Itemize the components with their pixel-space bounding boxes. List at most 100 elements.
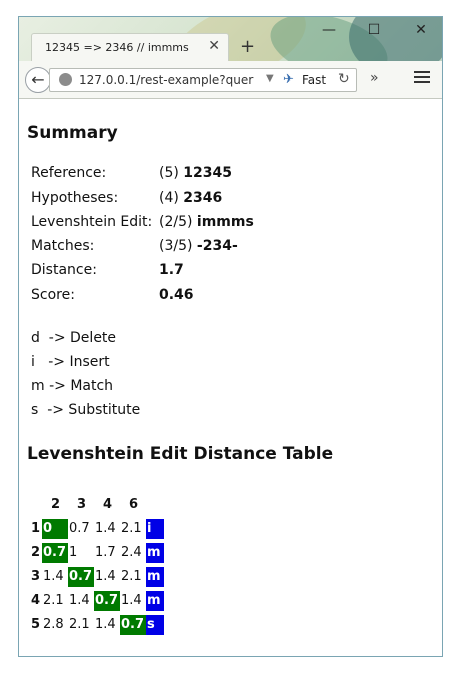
table-cell: 1.7	[95, 545, 116, 560]
url-dropdown-icon[interactable]: ▼	[266, 73, 274, 84]
table-cell: 1.4	[95, 617, 116, 632]
summary-value: 1.7	[159, 262, 184, 278]
summary-bold-value: 12345	[183, 165, 232, 181]
browser-chrome: — ☐ ✕ 12345 => 2346 // immms ✕ + ← 127.0…	[19, 17, 442, 99]
table-row: 2 0.7 1 1.7 2.4 m	[31, 541, 164, 565]
legend-text: -> Insert	[48, 354, 110, 370]
summary-bold-value: 0.46	[159, 287, 194, 303]
summary-prefix: (4)	[159, 190, 184, 206]
column-header: 2	[50, 497, 61, 512]
legend-text: -> Match	[49, 378, 114, 394]
table-cell: 0.7	[69, 521, 90, 536]
table-cell: 2.4	[121, 545, 142, 560]
table-heading: Levenshtein Edit Distance Table	[27, 444, 334, 464]
table-cell: 1.4	[95, 569, 116, 584]
new-tab-button[interactable]: +	[240, 36, 255, 57]
table-cell: 2.1	[121, 521, 142, 536]
table-row: 1 0 0.7 1.4 2.1 i	[31, 517, 164, 541]
legend-key: m	[31, 378, 45, 394]
table-cell-match: 0.7	[94, 591, 120, 611]
legend-item-insert: i -> Insert	[31, 354, 110, 370]
summary-heading: Summary	[27, 123, 118, 143]
op-header-cell	[146, 495, 163, 515]
corner-cell	[31, 495, 42, 515]
summary-label: Distance:	[31, 262, 97, 278]
page-content: Summary Reference: (5) 12345 Hypotheses:…	[19, 99, 442, 656]
column-header: 6	[128, 497, 139, 512]
browser-window: — ☐ ✕ 12345 => 2346 // immms ✕ + ← 127.0…	[18, 16, 443, 657]
table-cell-match: 0	[42, 519, 68, 539]
table-cell-match: 0.7	[120, 615, 146, 635]
row-header: 5	[31, 617, 41, 632]
table-cell: 1.4	[69, 593, 90, 608]
column-header: 3	[76, 497, 87, 512]
table-op-cell: i	[146, 519, 164, 539]
table-row: 4 2.1 1.4 0.7 1.4 m	[31, 589, 164, 613]
table-op-cell: m	[146, 591, 164, 611]
summary-prefix: (5)	[159, 165, 184, 181]
table-cell-match: 0.7	[42, 543, 68, 563]
summary-bold-value: 1.7	[159, 262, 184, 278]
summary-prefix: (2/5)	[159, 214, 197, 230]
summary-value: (5) 12345	[159, 165, 232, 181]
legend-item-substitute: s -> Substitute	[31, 402, 140, 418]
globe-icon	[59, 73, 72, 86]
levenshtein-table: 2 3 4 6 1 0 0.7 1.4 2.1 i 2 0.7 1 1.7 2.4 m 3 1.4 0.7 1…	[31, 493, 164, 637]
reload-icon[interactable]: ↻	[338, 71, 350, 87]
table-cell: 2.1	[43, 593, 64, 608]
tab-close-icon[interactable]: ✕	[208, 38, 220, 54]
legend-key: i	[31, 354, 35, 370]
table-cell: 2.1	[69, 617, 90, 632]
summary-bold-value: immms	[196, 214, 254, 230]
fast-label[interactable]: Fast	[302, 73, 326, 87]
table-row: 5 2.8 2.1 1.4 0.7 s	[31, 613, 164, 637]
summary-label: Score:	[31, 287, 75, 303]
row-header: 3	[31, 569, 41, 584]
table-cell: 2.1	[121, 569, 142, 584]
table-body: 1 0 0.7 1.4 2.1 i 2 0.7 1 1.7 2.4 m 3 1.4 0.7 1.4 2.1 m 4 2…	[31, 517, 164, 637]
row-header: 4	[31, 593, 41, 608]
address-bar[interactable]: 127.0.0.1/rest-example?query= ▼ ✈ Fast ↻	[49, 68, 357, 92]
legend-key: d	[31, 330, 40, 346]
maximize-icon[interactable]: ☐	[363, 21, 385, 39]
table-header-row: 2 3 4 6	[31, 493, 164, 517]
summary-prefix: (3/5)	[159, 238, 197, 254]
summary-value: (2/5) immms	[159, 214, 254, 230]
legend-text: -> Delete	[48, 330, 117, 346]
tab-active[interactable]: 12345 => 2346 // immms ✕	[31, 33, 229, 61]
table-cell: 2.8	[43, 617, 64, 632]
table-cell: 1.4	[95, 521, 116, 536]
close-icon[interactable]: ✕	[410, 21, 432, 39]
url-text[interactable]: 127.0.0.1/rest-example?query=	[79, 73, 254, 87]
summary-bold-value: 2346	[183, 190, 223, 206]
table-cell: 1.4	[43, 569, 64, 584]
legend-item-delete: d -> Delete	[31, 330, 116, 346]
menu-icon[interactable]	[414, 71, 430, 86]
legend-key: s	[31, 402, 39, 418]
summary-value: (3/5) -234-	[159, 238, 238, 254]
table-op-cell: m	[146, 543, 164, 563]
legend-item-match: m -> Match	[31, 378, 113, 394]
navigation-bar: ← 127.0.0.1/rest-example?query= ▼ ✈ Fast…	[19, 61, 442, 99]
table-cell-match: 0.7	[68, 567, 94, 587]
overflow-chevron-icon[interactable]: »	[370, 70, 379, 86]
summary-label: Reference:	[31, 165, 107, 181]
summary-value: 0.46	[159, 287, 194, 303]
summary-label: Levenshtein Edit:	[31, 214, 153, 230]
table-op-cell: m	[146, 567, 164, 587]
summary-label: Hypotheses:	[31, 190, 119, 206]
minimize-icon[interactable]: —	[318, 21, 340, 39]
tab-title: 12345 => 2346 // immms	[45, 41, 189, 54]
fast-icon[interactable]: ✈	[283, 72, 294, 87]
table-cell: 1	[69, 545, 78, 560]
row-header: 2	[31, 545, 41, 560]
summary-label: Matches:	[31, 238, 95, 254]
table-cell: 1.4	[121, 593, 142, 608]
row-header: 1	[31, 521, 41, 536]
table-op-cell: s	[146, 615, 164, 635]
back-button[interactable]: ←	[25, 67, 51, 93]
summary-value: (4) 2346	[159, 190, 222, 206]
legend-text: -> Substitute	[47, 402, 141, 418]
table-row: 3 1.4 0.7 1.4 2.1 m	[31, 565, 164, 589]
column-header: 4	[102, 497, 113, 512]
